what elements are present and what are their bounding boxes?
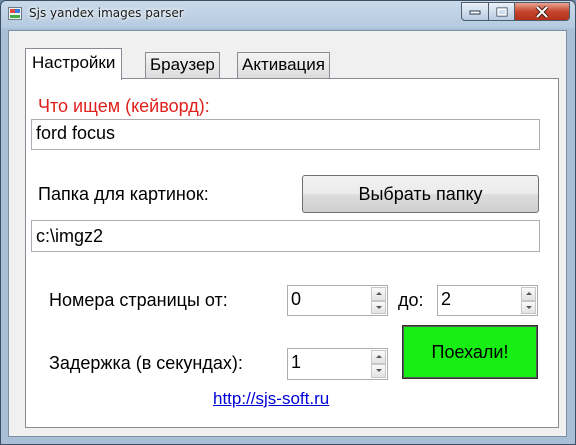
keyword-label: Что ищем (кейворд): xyxy=(38,96,210,116)
delay-label: Задержка (в секундах): xyxy=(49,353,243,373)
pages-to-up-arrow-icon[interactable] xyxy=(521,287,536,301)
pages-from-down-arrow-icon[interactable] xyxy=(371,300,386,314)
delay-value: 1 xyxy=(291,352,302,372)
tab-browser[interactable]: Браузер xyxy=(145,52,220,78)
title-bar[interactable]: Sjs yandex images parser xyxy=(1,1,575,27)
close-icon xyxy=(535,5,549,18)
delay-stepper[interactable]: 1 xyxy=(287,348,388,380)
pages-from-stepper[interactable]: 0 xyxy=(287,285,388,316)
window-title: Sjs yandex images parser xyxy=(29,6,184,20)
delay-down-arrow-icon[interactable] xyxy=(371,364,386,378)
tab-settings[interactable]: Настройки xyxy=(25,48,123,80)
delay-up-arrow-icon[interactable] xyxy=(371,350,386,364)
pages-to-label: до: xyxy=(398,290,424,310)
pages-from-up-arrow-icon[interactable] xyxy=(371,287,386,301)
folder-path-input[interactable]: c:\imgz2 xyxy=(31,220,540,252)
pages-to-down-arrow-icon[interactable] xyxy=(521,300,536,314)
minimize-button[interactable] xyxy=(461,2,489,21)
keyword-input[interactable]: ford focus xyxy=(31,119,540,150)
choose-folder-button[interactable]: Выбрать папку xyxy=(302,175,539,213)
go-button[interactable]: Поехали! xyxy=(402,325,538,379)
pages-from-label: Номера страницы от: xyxy=(49,290,228,310)
pages-to-stepper[interactable]: 2 xyxy=(437,285,538,316)
website-link[interactable]: http://sjs-soft.ru xyxy=(213,389,329,409)
maximize-button[interactable] xyxy=(488,2,515,21)
maximize-icon xyxy=(496,7,507,16)
tab-activation[interactable]: Активация xyxy=(237,52,330,78)
folder-label: Папка для картинок: xyxy=(38,184,209,204)
close-button[interactable] xyxy=(514,2,570,21)
app-icon xyxy=(8,7,22,20)
pages-from-value: 0 xyxy=(291,289,302,309)
pages-to-value: 2 xyxy=(441,289,452,309)
minimize-icon xyxy=(469,10,481,14)
